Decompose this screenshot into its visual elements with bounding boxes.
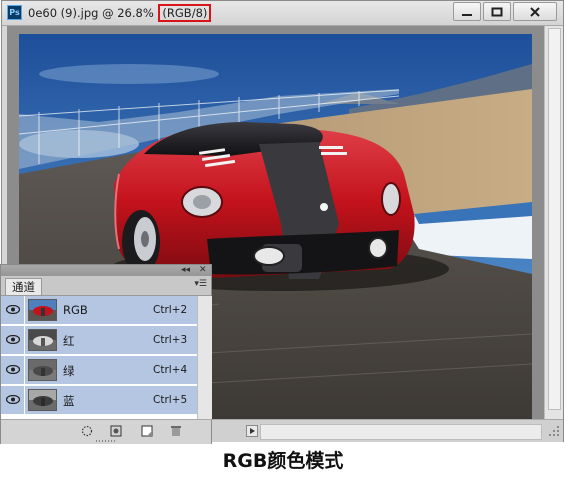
maximize-icon — [491, 7, 503, 16]
visibility-toggle[interactable] — [1, 296, 25, 324]
panel-footer — [1, 419, 211, 444]
channel-row-blue[interactable]: 蓝 Ctrl+5 — [1, 386, 197, 415]
eye-icon — [6, 365, 20, 374]
minimize-button[interactable] — [453, 2, 481, 21]
status-menu-arrow-icon[interactable] — [246, 425, 258, 437]
channels-panel: ◂◂ ✕ 通道 ▾☰ RGB Ctrl+2 红 Ctrl+3 绿 Ctrl+4 … — [0, 264, 212, 444]
panel-resize-grip[interactable] — [96, 440, 116, 442]
figure-caption: RGB颜色模式 — [222, 450, 344, 472]
eye-icon — [6, 395, 20, 404]
visibility-toggle[interactable] — [1, 386, 25, 414]
close-icon — [530, 6, 540, 17]
channel-row-red[interactable]: 红 Ctrl+3 — [1, 326, 197, 355]
panel-scrollbar[interactable] — [197, 296, 212, 419]
channel-shortcut: Ctrl+3 — [153, 334, 188, 346]
tab-channels[interactable]: 通道 — [5, 278, 42, 295]
channel-name: RGB — [63, 303, 88, 317]
channel-shortcut: Ctrl+5 — [153, 394, 188, 406]
close-button[interactable] — [513, 2, 557, 21]
vertical-scroll-thumb[interactable] — [548, 28, 561, 410]
new-channel-icon[interactable] — [141, 425, 153, 437]
document-name: 0e60 (9).jpg @ 26.8% — [28, 6, 154, 20]
channel-list: RGB Ctrl+2 红 Ctrl+3 绿 Ctrl+4 蓝 Ctrl+5 — [1, 296, 197, 419]
horizontal-scrollbar[interactable] — [260, 424, 542, 440]
channel-shortcut: Ctrl+4 — [153, 364, 188, 376]
channel-row-rgb[interactable]: RGB Ctrl+2 — [1, 296, 197, 325]
vertical-scrollbar[interactable] — [544, 26, 563, 419]
channel-thumbnail — [28, 299, 57, 321]
visibility-toggle[interactable] — [1, 356, 25, 384]
eye-icon — [6, 335, 20, 344]
channel-thumbnail — [28, 359, 57, 381]
collapse-panel-icon[interactable]: ◂◂ — [181, 265, 190, 276]
channel-name: 红 — [63, 334, 75, 348]
resize-grip-icon[interactable] — [549, 426, 559, 436]
close-panel-icon[interactable]: ✕ — [199, 265, 207, 276]
visibility-toggle[interactable] — [1, 326, 25, 354]
title-bar[interactable]: Ps 0e60 (9).jpg @ 26.8% (RGB/8) — [2, 1, 563, 26]
maximize-button[interactable] — [483, 2, 511, 21]
color-mode-highlight: (RGB/8) — [158, 4, 212, 22]
panel-header-bar[interactable]: ◂◂ ✕ — [1, 265, 211, 276]
channel-thumbnail — [28, 389, 57, 411]
channel-row-green[interactable]: 绿 Ctrl+4 — [1, 356, 197, 385]
save-selection-icon[interactable] — [110, 425, 122, 437]
channel-thumbnail — [28, 329, 57, 351]
channel-name: 绿 — [63, 364, 75, 378]
channel-shortcut: Ctrl+2 — [153, 304, 188, 316]
eye-icon — [6, 305, 20, 314]
delete-channel-icon[interactable] — [170, 425, 182, 437]
photoshop-logo-icon: Ps — [7, 5, 22, 20]
load-selection-icon[interactable] — [81, 425, 93, 437]
panel-tab-strip: 通道 ▾☰ — [1, 276, 211, 296]
panel-menu-icon[interactable]: ▾☰ — [194, 279, 207, 289]
document-title: 0e60 (9).jpg @ 26.8% (RGB/8) — [28, 4, 212, 22]
channel-name: 蓝 — [63, 394, 75, 408]
minimize-icon — [462, 13, 472, 16]
